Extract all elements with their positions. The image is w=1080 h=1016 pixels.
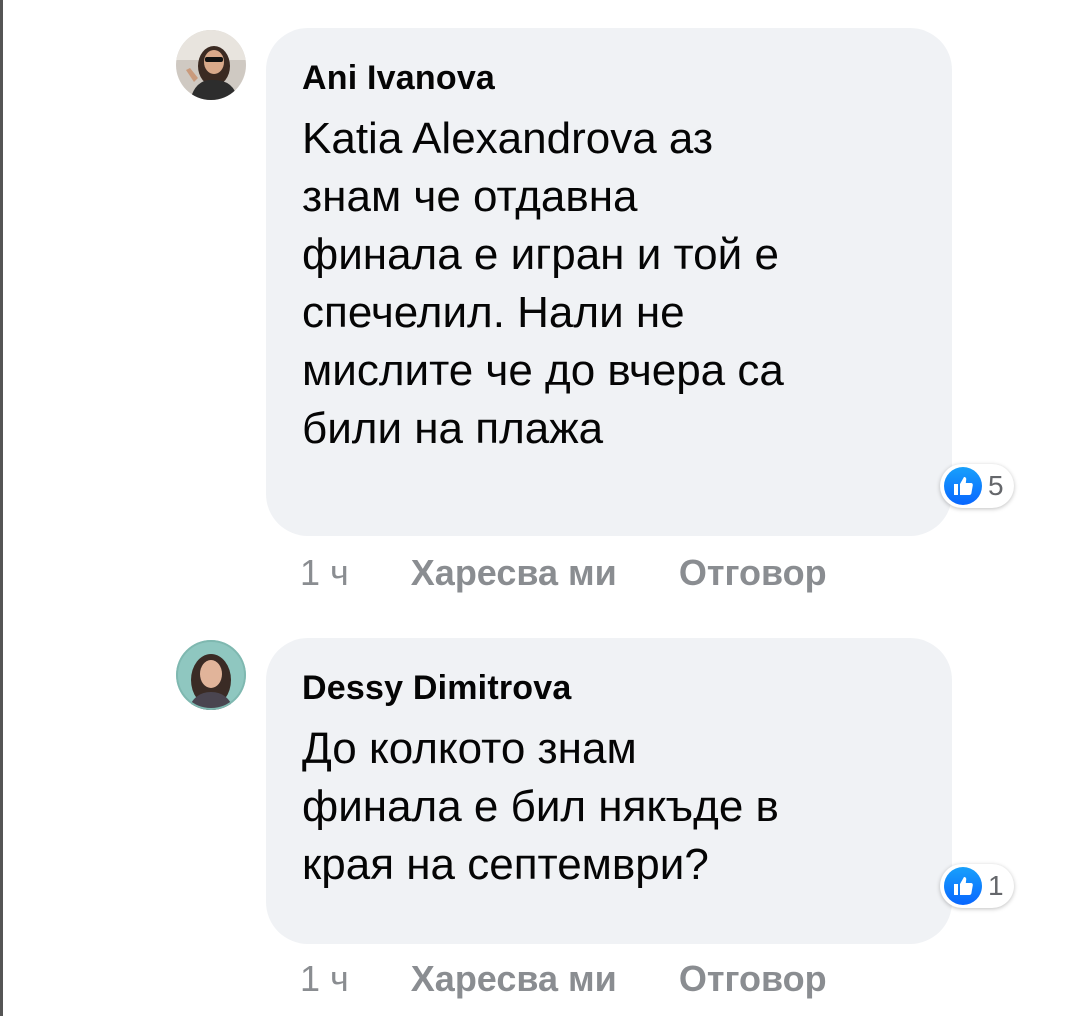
comment-text-line: края на септември? [302, 840, 709, 889]
reply-button[interactable]: Отговор [679, 958, 827, 1000]
profile-photo-icon [176, 30, 246, 100]
avatar-ani-ivanova[interactable] [176, 30, 246, 100]
comment-author[interactable]: Ani Ivanova [302, 58, 916, 98]
comment-actions: 1 ч Харесва ми Отговор [300, 552, 827, 594]
avatar-dessy-dimitrova[interactable] [176, 640, 246, 710]
comment-timestamp[interactable]: 1 ч [300, 552, 349, 594]
comment-text-line: финала е бил някъде в [302, 782, 779, 831]
reaction-summary[interactable]: 1 [940, 864, 1014, 908]
reply-button[interactable]: Отговор [679, 552, 827, 594]
profile-photo-icon [176, 640, 246, 710]
comment-bubble: Ani Ivanova Katia Alexandrova аз знам че… [266, 28, 952, 536]
comment-bubble: Dessy Dimitrova До колкото знам финала е… [266, 638, 952, 944]
reaction-summary[interactable]: 5 [940, 464, 1014, 508]
comment-text-line: До колкото знам [302, 724, 637, 773]
comment-text-line: мислите че до вчера са [302, 346, 784, 395]
comment-text-line: спечелил. Нали не [302, 288, 685, 337]
window-edge [0, 0, 3, 1016]
like-button[interactable]: Харесва ми [411, 958, 617, 1000]
like-icon [944, 867, 982, 905]
comment-author[interactable]: Dessy Dimitrova [302, 668, 916, 708]
comment-actions: 1 ч Харесва ми Отговор [300, 958, 827, 1000]
comment-text-line: финала е игран и той е [302, 230, 779, 279]
comment-text-line: знам че отдавна [302, 172, 638, 221]
like-button[interactable]: Харесва ми [411, 552, 617, 594]
comment-text-line: Katia Alexandrova аз [302, 114, 714, 163]
comment-text-line: били на плажа [302, 404, 604, 453]
reaction-count: 1 [988, 870, 1004, 901]
reaction-count: 5 [988, 470, 1004, 501]
like-icon [944, 467, 982, 505]
comment-timestamp[interactable]: 1 ч [300, 958, 349, 1000]
